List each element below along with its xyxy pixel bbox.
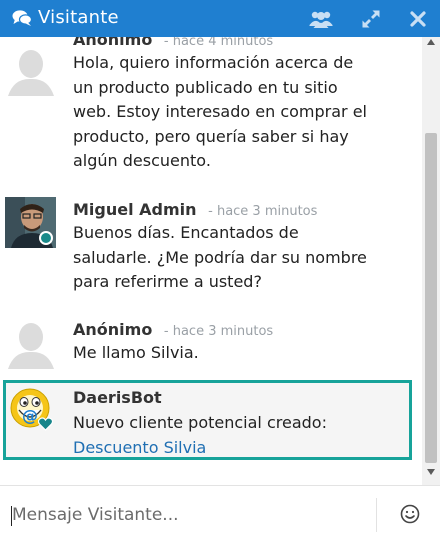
expand-icon	[362, 10, 380, 28]
author-name: Miguel Admin	[73, 200, 197, 219]
message-text: Hola, quiero información acerca de un pr…	[73, 51, 408, 174]
scrollbar-thumb[interactable]	[425, 133, 437, 463]
users-icon	[309, 11, 333, 28]
anonymous-avatar-icon	[4, 44, 56, 96]
message-line: para referirme a usted?	[73, 272, 262, 291]
lead-link[interactable]: Descuento Silvia	[73, 438, 206, 457]
chat-bubbles-icon	[12, 10, 32, 26]
message-author: Anónimo - hace 4 minutos	[73, 37, 273, 49]
message-line: Nuevo cliente potencial creado:	[73, 413, 327, 432]
message-input[interactable]	[12, 500, 362, 530]
message-composer	[0, 485, 440, 543]
expand-button[interactable]	[360, 8, 384, 30]
chat-title: Visitante	[38, 7, 119, 28]
message-line: algún descuento.	[73, 151, 211, 170]
message-timestamp: - hace 4 minutos	[163, 37, 274, 49]
heart-icon	[38, 417, 53, 431]
message-author: DaerisBot	[73, 388, 162, 407]
chat-header: Visitante	[0, 0, 440, 37]
svg-text:@: @	[22, 406, 38, 425]
message-text: Nuevo cliente potencial creado: Descuent…	[73, 411, 408, 460]
author-name: DaerisBot	[73, 388, 162, 407]
composer-divider	[376, 498, 377, 532]
message-line: saludarle. ¿Me podría dar su nombre	[73, 247, 367, 267]
message-author: Anónimo - hace 3 minutos	[73, 320, 273, 339]
message-text: Buenos días. Encantados de saludarle. ¿M…	[73, 221, 408, 295]
anonymous-avatar-icon	[4, 317, 56, 369]
message-line: Buenos días. Encantados de	[73, 223, 299, 242]
message-list[interactable]: Anónimo - hace 4 minutos Hola, quiero in…	[0, 37, 422, 485]
message-line: web. Estoy interesado en comprar el	[73, 102, 367, 121]
message-scrollbar[interactable]	[422, 37, 440, 485]
author-name: Anónimo	[73, 37, 153, 49]
author-name: Anónimo	[73, 320, 153, 339]
message-text: Me llamo Silvia.	[73, 341, 408, 366]
admin-avatar	[5, 197, 56, 248]
scroll-up-arrow-icon[interactable]	[427, 39, 435, 45]
message-timestamp: - hace 3 minutos	[208, 204, 318, 219]
message-timestamp: - hace 3 minutos	[163, 324, 274, 339]
online-status-indicator	[39, 231, 53, 245]
smiley-icon[interactable]	[398, 502, 422, 526]
message-line: producto, pero quería saber si hay	[73, 126, 349, 146]
participants-button[interactable]	[309, 8, 333, 30]
message-line: Me llamo Silvia.	[73, 343, 199, 362]
close-icon	[410, 11, 426, 27]
message-line: Hola, quiero información acerca de	[73, 53, 354, 72]
close-button[interactable]	[408, 8, 432, 30]
message-author: Miguel Admin - hace 3 minutos	[73, 200, 317, 219]
bot-avatar: @	[7, 386, 55, 434]
scroll-down-arrow-icon[interactable]	[427, 469, 435, 475]
message-line: un producto publicado en tu sitio	[73, 77, 338, 97]
